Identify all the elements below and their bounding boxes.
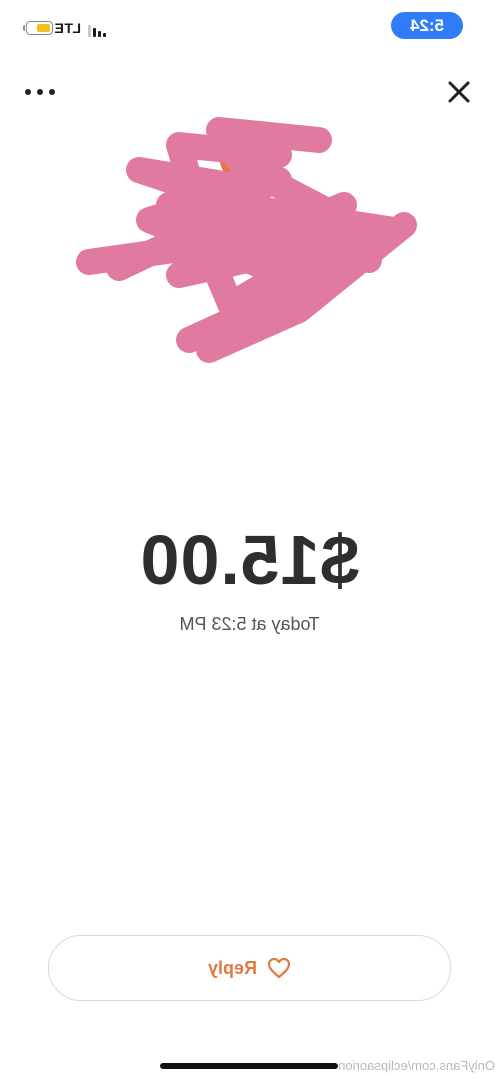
tip-amount: $15.00 <box>139 521 360 599</box>
close-button[interactable] <box>445 78 473 106</box>
signal-icon <box>86 25 106 37</box>
reply-button[interactable]: Reply <box>48 935 451 1001</box>
status-bar: 5:24 LTE <box>0 0 499 50</box>
battery-level <box>37 24 50 32</box>
home-indicator[interactable] <box>160 1063 338 1069</box>
reply-label: Reply <box>207 957 258 978</box>
battery-icon <box>26 21 53 35</box>
more-options-button[interactable] <box>17 80 57 104</box>
heart-icon <box>267 957 291 979</box>
mirrored-screen: 5:24 LTE $15.00 Today at 5:23 PM Reply O… <box>0 0 499 1080</box>
tip-timestamp: Today at 5:23 PM <box>179 614 320 634</box>
network-label: LTE <box>54 20 81 36</box>
reply-button-content: Reply <box>49 936 450 1000</box>
avatar <box>59 110 439 370</box>
status-time: 5:24 <box>391 12 463 39</box>
close-icon <box>448 81 470 103</box>
battery-tip <box>23 25 25 31</box>
avatar-icon <box>76 117 417 363</box>
